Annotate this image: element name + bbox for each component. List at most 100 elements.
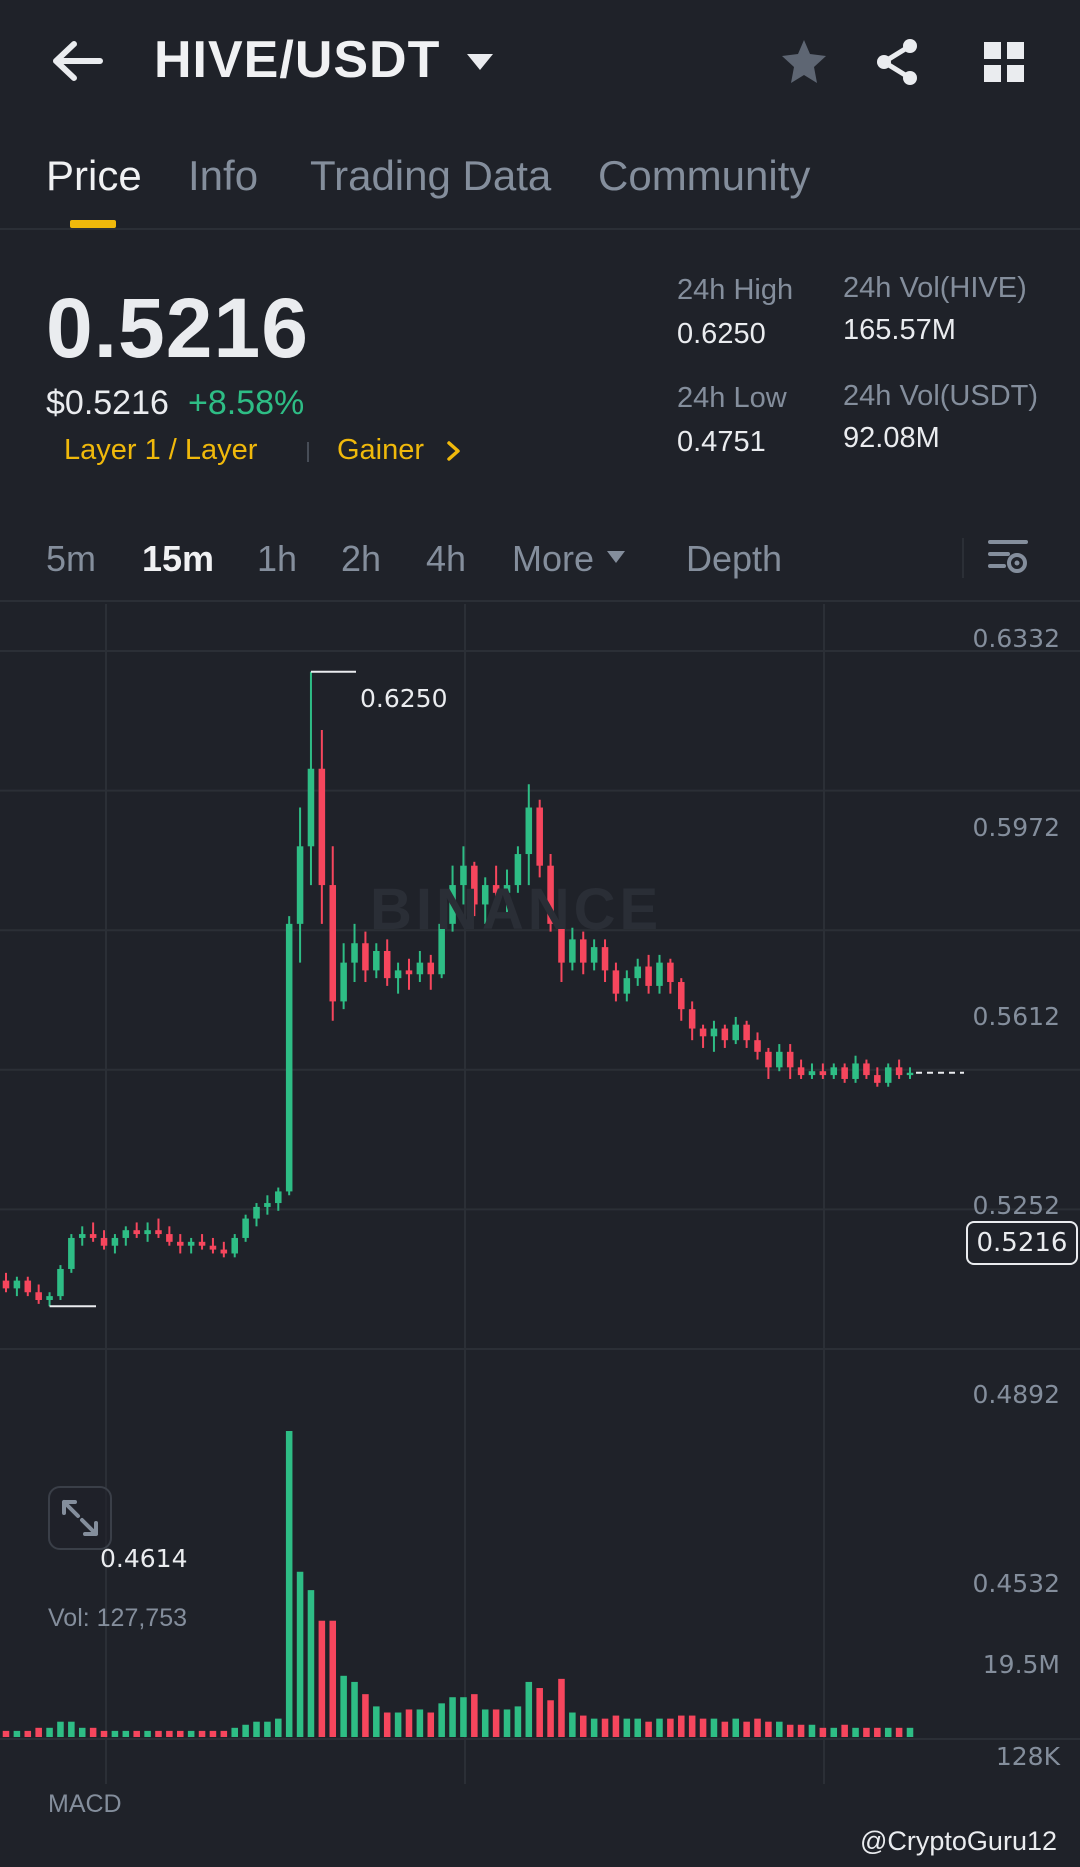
- volume-bar: [721, 1721, 729, 1737]
- volume-bar: [514, 1706, 522, 1737]
- back-arrow-icon[interactable]: [48, 36, 108, 86]
- candle-body: [710, 1028, 718, 1037]
- candle-body: [24, 1280, 32, 1293]
- volume-bar: [525, 1681, 533, 1737]
- volume-bar: [144, 1730, 151, 1737]
- candlestick-chart[interactable]: BINANCE 0.6332 0.5972 0.5612 0.5252 0.48…: [0, 604, 1080, 1867]
- volume-bar: [786, 1724, 794, 1737]
- volume-bar: [253, 1721, 260, 1737]
- candle-body: [656, 962, 663, 986]
- volume-bar: [198, 1730, 206, 1737]
- candle-body: [383, 950, 391, 979]
- candle-body: [275, 1191, 282, 1204]
- volume-bar: [536, 1688, 543, 1737]
- candle-body: [623, 978, 631, 994]
- candle-body: [732, 1024, 740, 1041]
- interval-5m[interactable]: 5m: [46, 538, 96, 580]
- tab-trading-data[interactable]: Trading Data: [310, 152, 551, 200]
- candle-body: [57, 1268, 64, 1297]
- volume-bar: [863, 1727, 870, 1737]
- candle-body: [884, 1067, 892, 1083]
- candle-body: [362, 943, 369, 971]
- tab-price[interactable]: Price: [46, 152, 142, 200]
- interval-15m[interactable]: 15m: [142, 538, 214, 580]
- grid-icon[interactable]: [978, 36, 1030, 88]
- volume-bar: [481, 1709, 489, 1737]
- volume-bar: [362, 1694, 369, 1737]
- stat-vol-base-label: 24h Vol(HIVE): [843, 272, 1027, 304]
- stat-vol-base-value: 165.57M: [843, 314, 956, 346]
- y-axis-label: 0.4532: [972, 1569, 1060, 1598]
- macd-label: MACD: [48, 1790, 122, 1818]
- volume-bar: [405, 1709, 413, 1737]
- candle-body: [830, 1067, 838, 1076]
- volume-bar: [623, 1718, 631, 1737]
- chart-settings-icon[interactable]: [986, 534, 1030, 578]
- tag-gainer[interactable]: Gainer: [337, 434, 424, 467]
- tab-info[interactable]: Info: [188, 152, 258, 200]
- interval-more[interactable]: More: [512, 538, 594, 580]
- candle-body: [536, 807, 543, 866]
- candle-body: [808, 1071, 816, 1076]
- fullscreen-toggle[interactable]: [48, 1486, 112, 1550]
- top-bar: HIVE/USDT: [0, 0, 1080, 125]
- interval-depth[interactable]: Depth: [686, 538, 782, 580]
- candle-body: [765, 1051, 772, 1068]
- interval-2h[interactable]: 2h: [341, 538, 381, 580]
- candle-body: [852, 1063, 859, 1079]
- volume-bar: [884, 1727, 892, 1737]
- volume-bar: [285, 1431, 293, 1737]
- y-axis-label: 0.5612: [972, 1002, 1060, 1031]
- volume-bar: [296, 1571, 304, 1737]
- candle-body: [394, 970, 402, 979]
- candle-body: [525, 807, 533, 855]
- share-icon[interactable]: [872, 36, 924, 88]
- trading-pair-title[interactable]: HIVE/USDT: [154, 30, 440, 90]
- candle-body: [13, 1280, 21, 1289]
- volume-bar: [743, 1721, 750, 1737]
- volume-bar: [895, 1727, 903, 1737]
- volume-bar: [808, 1724, 816, 1737]
- tag-layer[interactable]: Layer 1 / Layer: [64, 434, 257, 467]
- volume-bar: [579, 1715, 587, 1737]
- interval-1h[interactable]: 1h: [257, 538, 297, 580]
- volume-bar: [187, 1730, 195, 1737]
- candle-body: [264, 1203, 271, 1207]
- volume-bar: [78, 1727, 86, 1737]
- candle-body: [351, 943, 358, 963]
- volume-bar: [492, 1709, 500, 1737]
- candle-body: [78, 1234, 86, 1238]
- candle-body: [144, 1230, 151, 1235]
- candle-body: [601, 947, 609, 971]
- candle-body: [111, 1237, 119, 1246]
- volume-bar: [13, 1730, 21, 1737]
- candle-body: [133, 1230, 140, 1235]
- caret-down-icon[interactable]: [465, 50, 495, 74]
- tab-community[interactable]: Community: [598, 152, 810, 200]
- volume-bar: [242, 1724, 249, 1737]
- volume-bar: [460, 1697, 467, 1737]
- interval-divider: [962, 538, 964, 578]
- volume-bar: [547, 1700, 554, 1737]
- current-price-tag[interactable]: 0.5216: [966, 1221, 1078, 1265]
- volume-bar: [503, 1709, 511, 1737]
- y-axis-label: 0.6332: [972, 624, 1060, 653]
- candle-body: [797, 1067, 805, 1076]
- chevron-right-icon[interactable]: [446, 440, 462, 462]
- volume-axis-max: 19.5M: [982, 1650, 1060, 1679]
- volume-bar: [874, 1727, 881, 1737]
- candle-body: [743, 1024, 750, 1041]
- candle-body: [89, 1234, 97, 1238]
- candle-body: [645, 966, 652, 986]
- stat-low-value: 0.4751: [677, 426, 766, 458]
- volume-bar: [329, 1620, 337, 1737]
- interval-4h[interactable]: 4h: [426, 538, 466, 580]
- volume-bar: [797, 1724, 805, 1737]
- candle-body: [416, 962, 424, 975]
- chart-canvas[interactable]: [0, 604, 1080, 1867]
- star-icon[interactable]: [778, 36, 830, 88]
- volume-bar: [612, 1715, 620, 1737]
- candle-body: [198, 1241, 206, 1246]
- more-caret-down-icon[interactable]: [606, 550, 626, 564]
- volume-bar: [57, 1721, 64, 1737]
